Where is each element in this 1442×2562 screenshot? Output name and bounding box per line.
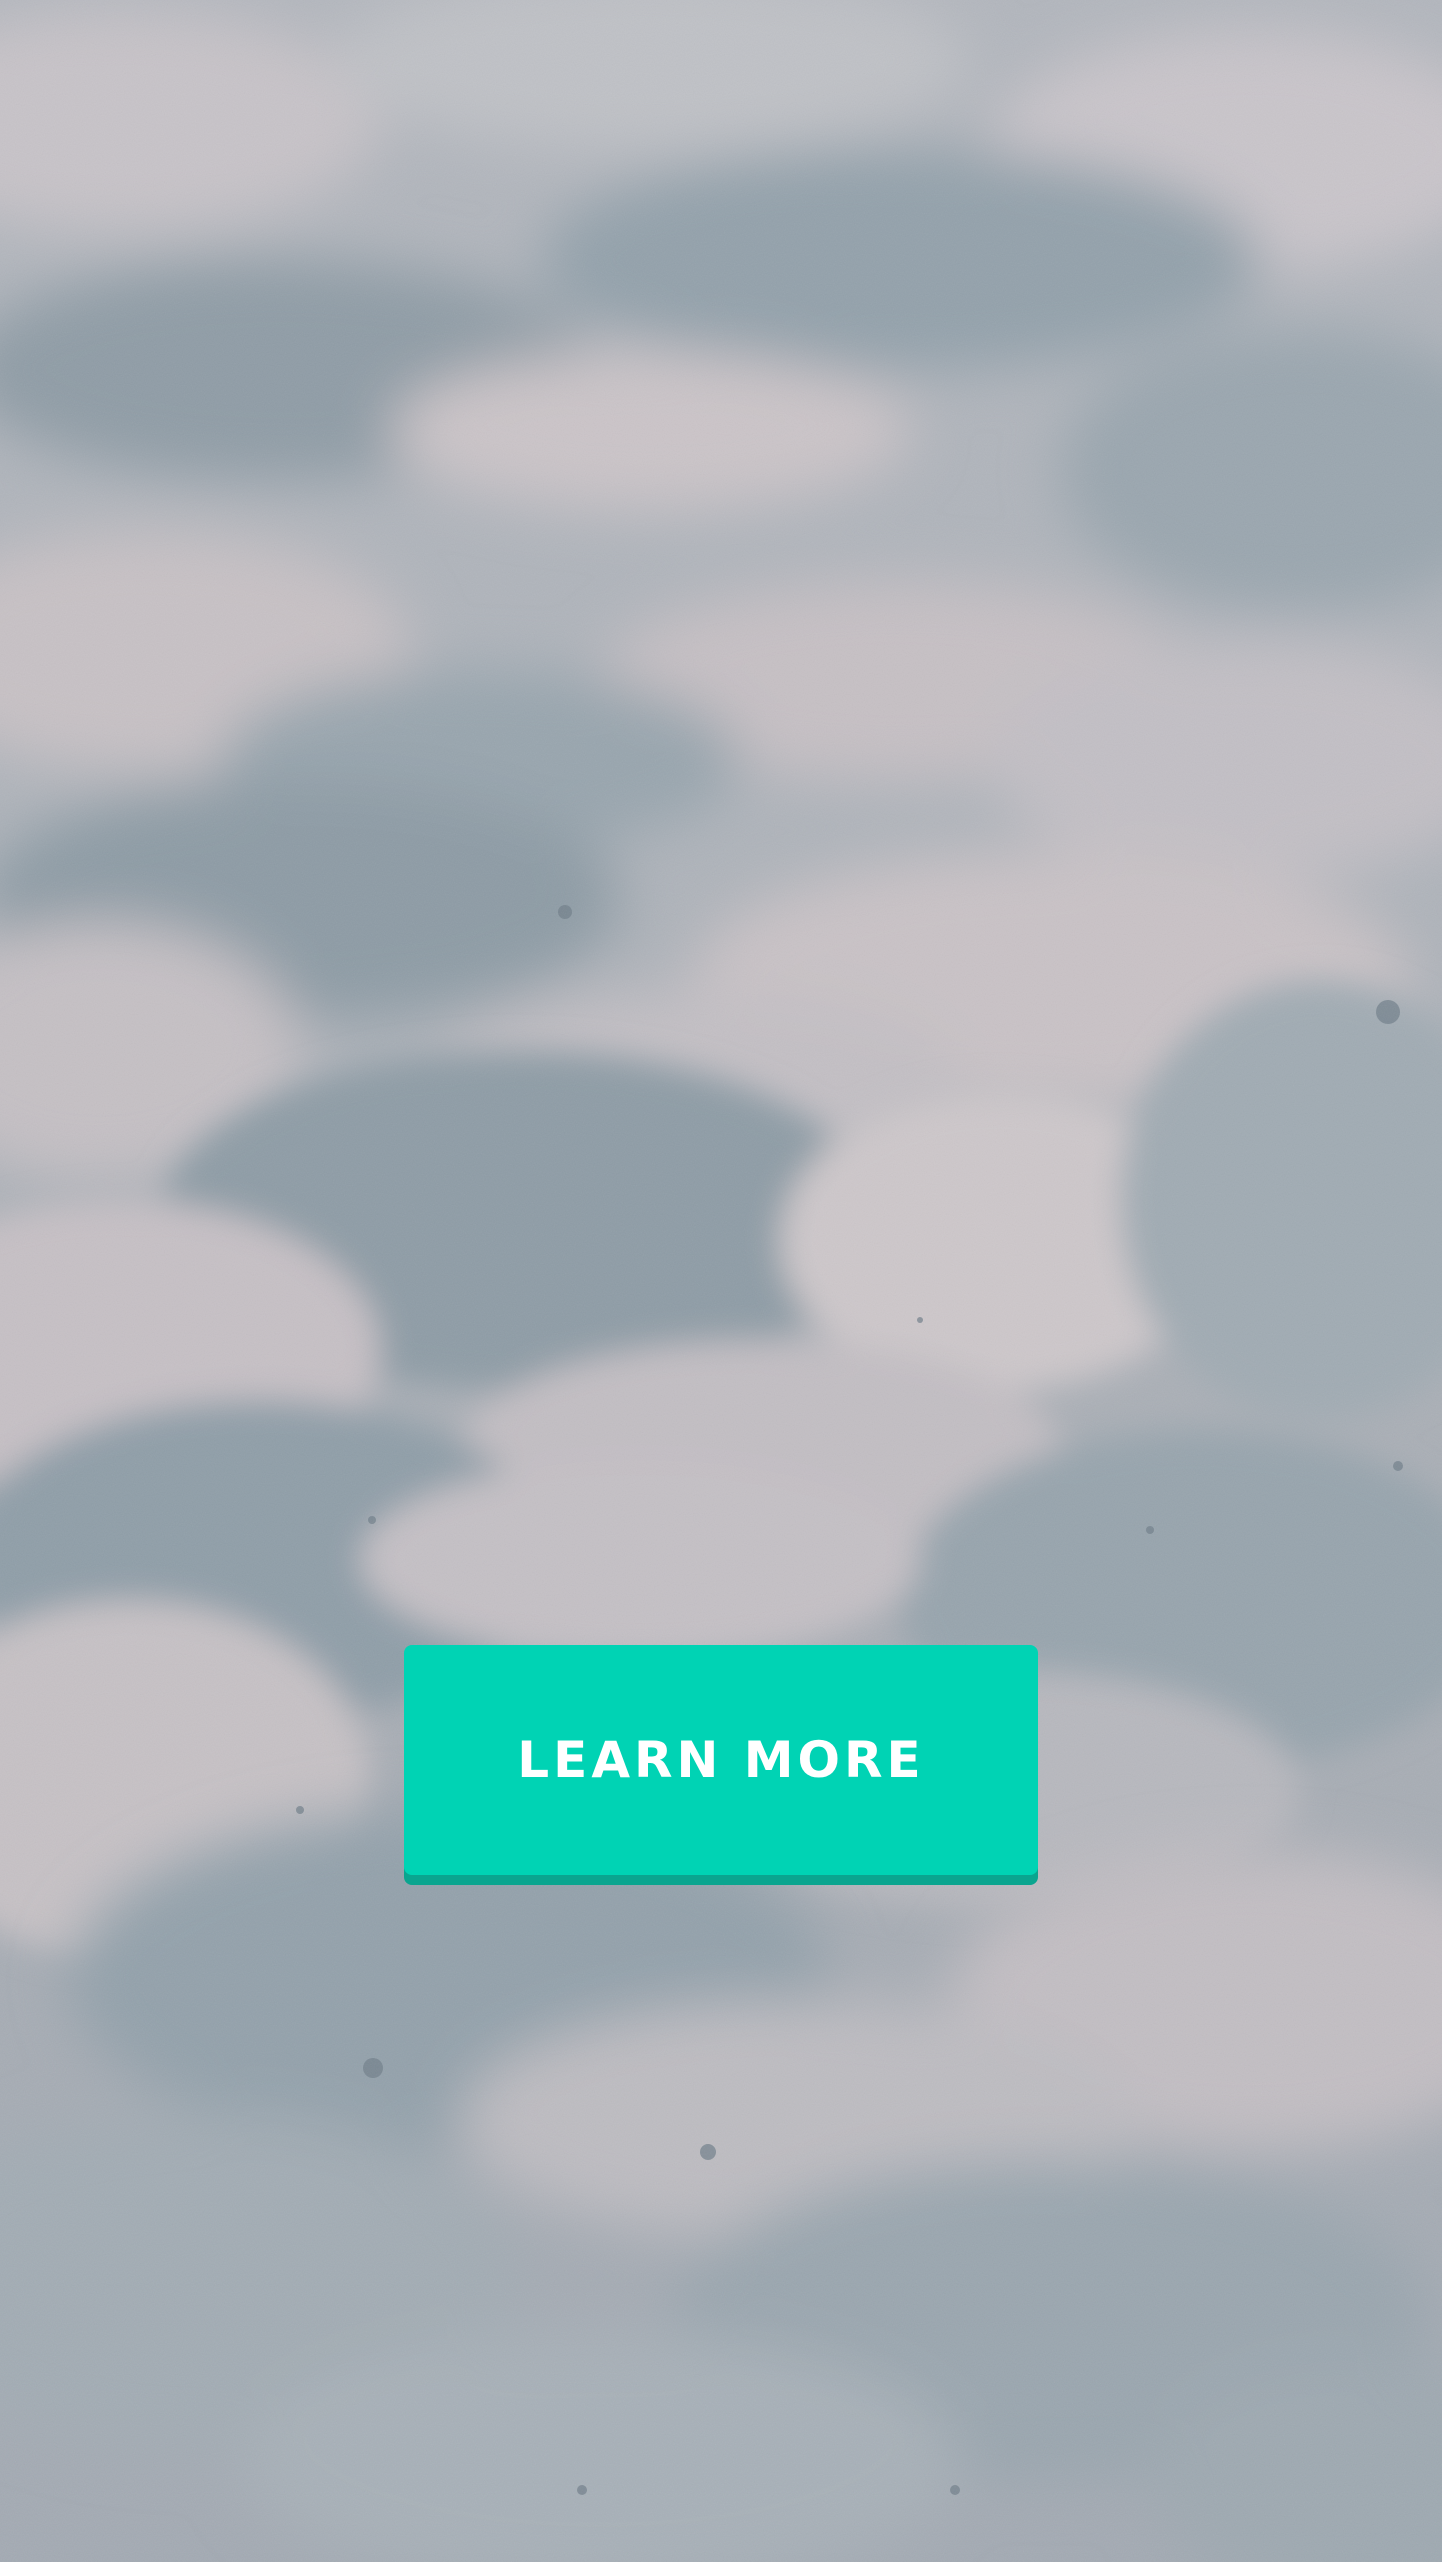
learn-more-label: LEARN MORE [517, 1731, 925, 1789]
screen: LEARN MORE [0, 0, 1442, 2562]
learn-more-button[interactable]: LEARN MORE [404, 1645, 1038, 1875]
sand-background-image [0, 0, 1442, 2562]
